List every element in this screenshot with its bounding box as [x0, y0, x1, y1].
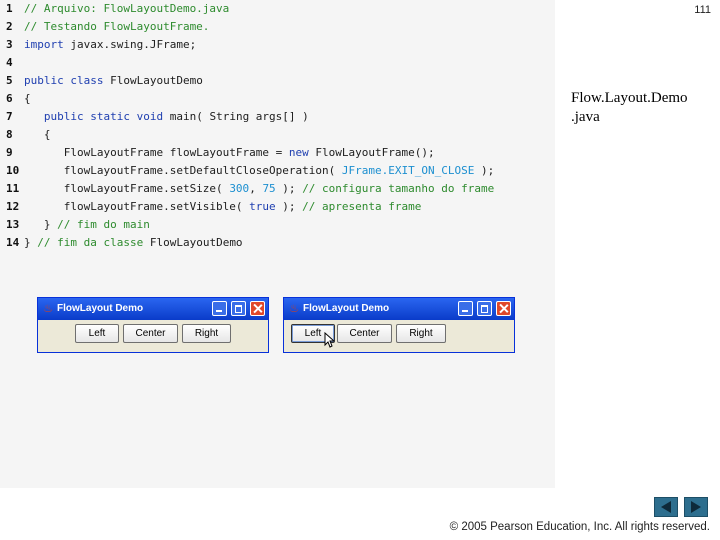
right-button[interactable]: Right [396, 324, 446, 343]
maximize-button[interactable] [231, 301, 246, 316]
code-token: main( String args[] ) [163, 110, 309, 123]
code-token: 75 [262, 182, 276, 195]
line-number: 13 [6, 218, 20, 231]
line-number: 2 [6, 20, 13, 33]
slide-number: 111 [694, 4, 711, 16]
code-text: // Arquivo: FlowLayoutDemo.java [24, 0, 229, 18]
center-button[interactable]: Center [123, 324, 178, 343]
line-number: 7 [6, 110, 13, 123]
center-button[interactable]: Center [337, 324, 392, 343]
window-content: Left Center Right [284, 320, 514, 352]
code-token: // Arquivo: FlowLayoutDemo.java [24, 2, 230, 15]
code-text: flowLayoutFrame.setVisible( true ); // a… [24, 198, 422, 216]
next-slide-icon [691, 501, 701, 513]
file-title-line-2: .java [571, 109, 600, 125]
line-number: 12 [6, 200, 20, 213]
code-token: JFrame.EXIT_ON_CLOSE [341, 164, 475, 177]
code-text: } // fim da classe FlowLayoutDemo [24, 234, 243, 252]
line-number: 11 [6, 182, 20, 195]
code-token: // Testando FlowLayoutFrame. [24, 20, 210, 33]
file-title-line-1: Flow.Layout.Demo [571, 90, 688, 106]
line-number: 10 [6, 164, 20, 177]
code-token: // configura tamanho do frame [302, 182, 495, 195]
code-token: ); [474, 164, 495, 177]
code-token: // apresenta frame [302, 200, 422, 213]
java-cup-icon: ♨ [289, 303, 299, 315]
line-number: 8 [6, 128, 13, 141]
window-title: FlowLayout Demo [303, 303, 390, 314]
code-text: FlowLayoutFrame flowLayoutFrame = new Fl… [24, 144, 435, 162]
right-button[interactable]: Right [182, 324, 231, 343]
code-token: flowLayoutFrame.setDefaultCloseOperation… [24, 164, 342, 177]
code-token: FlowLayoutDemo [103, 74, 203, 87]
line-number: 1 [6, 2, 13, 15]
code-text: import javax.swing.JFrame; [24, 36, 196, 54]
code-token: FlowLayoutFrame(); [308, 146, 435, 159]
minimize-button[interactable] [458, 301, 473, 316]
next-slide-button[interactable] [684, 497, 708, 517]
mouse-pointer-icon [324, 332, 334, 348]
maximize-button[interactable] [477, 301, 492, 316]
code-text: } // fim do main [24, 216, 150, 234]
code-token: FlowLayoutDemo [149, 236, 243, 249]
code-text: { [24, 90, 31, 108]
code-listing: 1 // Arquivo: FlowLayoutDemo.java 2 // Test… [0, 0, 555, 488]
previous-slide-button[interactable] [654, 497, 678, 517]
code-text: flowLayoutFrame.setDefaultCloseOperation… [24, 162, 494, 180]
java-cup-icon: ♨ [43, 303, 53, 315]
code-token: // fim do main [57, 218, 150, 231]
code-text: public class FlowLayoutDemo [24, 72, 203, 90]
code-text: public static void main( String args[] ) [24, 108, 309, 126]
window-titlebar[interactable]: ♨ FlowLayout Demo [284, 298, 514, 320]
code-text: // Testando FlowLayoutFrame. [24, 18, 209, 36]
window-title: FlowLayout Demo [57, 303, 144, 314]
window-titlebar[interactable]: ♨ FlowLayout Demo [38, 298, 268, 320]
line-number: 14 [6, 236, 20, 249]
code-token: ); [275, 200, 303, 213]
code-token: { [24, 128, 51, 141]
window-content: Left Center Right [38, 320, 268, 352]
code-token: flowLayoutFrame.setVisible( [24, 200, 250, 213]
flowlayout-window-after: ♨ FlowLayout Demo Left Center Right [283, 297, 515, 353]
copyright-notice: © 2005 Pearson Education, Inc. All right… [449, 521, 710, 533]
code-token: javax.swing.JFrame; [63, 38, 197, 51]
previous-slide-icon [661, 501, 671, 513]
code-token: ); [275, 182, 303, 195]
code-token: new [288, 146, 309, 159]
line-number: 4 [6, 56, 13, 69]
code-token: flowLayoutFrame.setSize( [24, 182, 230, 195]
close-button[interactable] [496, 301, 511, 316]
flowlayout-window-before: ♨ FlowLayout Demo Left Center Right [37, 297, 269, 353]
minimize-button[interactable] [212, 301, 227, 316]
line-number: 6 [6, 92, 13, 105]
code-token: // fim da classe [37, 236, 150, 249]
code-text: { [24, 126, 51, 144]
code-token: public class [24, 74, 104, 87]
close-button[interactable] [250, 301, 265, 316]
line-number: 3 [6, 38, 13, 51]
line-number: 5 [6, 74, 13, 87]
code-token: 300 [229, 182, 250, 195]
code-token: FlowLayoutFrame flowLayoutFrame = [24, 146, 289, 159]
line-number: 9 [6, 146, 13, 159]
code-token: true [249, 200, 276, 213]
left-button[interactable]: Left [75, 324, 119, 343]
code-token: import [24, 38, 64, 51]
code-text: flowLayoutFrame.setSize( 300, 75 ); // c… [24, 180, 495, 198]
code-token: , [249, 182, 263, 195]
code-token: } [24, 218, 58, 231]
file-title: Flow.Layout.Demo .java [571, 89, 688, 127]
code-token: { [24, 92, 31, 105]
code-token: } [24, 236, 38, 249]
code-token: public static void [43, 110, 164, 123]
